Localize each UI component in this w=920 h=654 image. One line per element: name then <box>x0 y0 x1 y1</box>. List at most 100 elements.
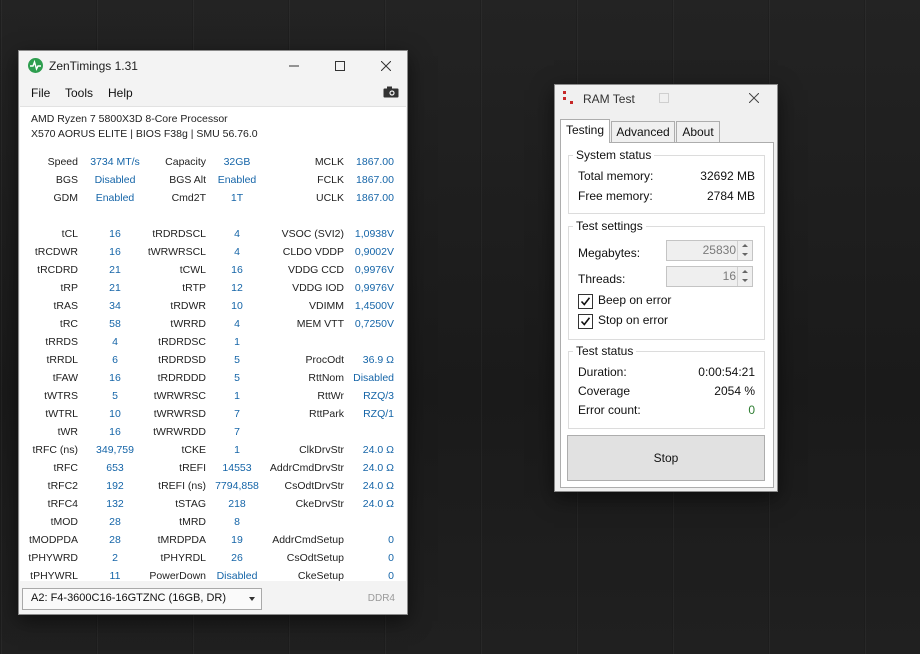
threads-stepper[interactable]: 16 <box>666 266 753 287</box>
close-button[interactable] <box>363 51 409 81</box>
arrow-down-icon[interactable] <box>742 279 748 282</box>
megabytes-stepper[interactable]: 25830 <box>666 240 753 261</box>
beep-on-error-label[interactable]: Beep on error <box>598 293 671 307</box>
minimize-icon <box>289 65 299 67</box>
timing-label: Capacity <box>165 156 206 168</box>
timing-label: CkeDrvStr <box>295 498 344 510</box>
tab-testing[interactable]: Testing <box>560 119 610 143</box>
timing-value: 4 <box>234 246 240 258</box>
duration-label: Duration: <box>578 365 627 379</box>
timing-value: 0 <box>388 534 394 546</box>
timing-value: 1T <box>230 192 244 204</box>
timing-label: tPHYRDL <box>160 552 206 564</box>
timing-label: tWRWRSCL <box>147 246 206 258</box>
timing-value: 58 <box>109 318 121 330</box>
timing-value: 16 <box>109 426 121 438</box>
timing-label: tMRDPDA <box>157 534 206 546</box>
dimm-select-value: A2: F4-3600C16-16GTZNC (16GB, DR) <box>31 592 227 604</box>
timing-label: tWR <box>57 426 78 438</box>
timing-label: tFAW <box>52 372 78 384</box>
maximize-icon <box>335 61 345 71</box>
menu-file[interactable]: File <box>31 86 50 100</box>
timing-label: tRDRDSD <box>158 354 206 366</box>
timing-label: BGS Alt <box>169 174 206 186</box>
timing-label: RttWr <box>317 390 344 402</box>
timing-label: BGS <box>55 174 78 186</box>
timing-value: 21 <box>109 282 121 294</box>
maximize-disabled-icon <box>659 93 669 103</box>
timing-value: 28 <box>109 516 121 528</box>
free-memory-value: 2784 MB <box>706 189 755 203</box>
timing-value: 2 <box>112 552 118 564</box>
screenshot-camera-icon[interactable] <box>383 86 399 98</box>
timing-label: ProcOdt <box>305 354 344 366</box>
menu-bar: File Tools Help <box>19 83 407 103</box>
timing-value: 0,9002V <box>354 246 394 258</box>
timing-value: 19 <box>231 534 243 546</box>
test-status-group: Test status Duration: 0:00:54:21 Coverag… <box>568 344 765 429</box>
stop-button[interactable]: Stop <box>567 435 765 481</box>
timing-value: 1 <box>234 444 240 456</box>
timing-label: tWRWRDD <box>153 426 206 438</box>
timing-value: 14553 <box>222 462 252 474</box>
window-title: RAM Test <box>583 92 635 106</box>
timing-label: tRRDL <box>46 354 78 366</box>
timing-value: 36.9 Ω <box>362 354 394 366</box>
beep-on-error-checkbox[interactable] <box>578 294 593 309</box>
menu-tools[interactable]: Tools <box>65 86 93 100</box>
free-memory-label: Free memory: <box>578 189 653 203</box>
timing-value: 10 <box>231 300 243 312</box>
timing-value: 4 <box>234 318 240 330</box>
board-info: X570 AORUS ELITE | BIOS F38g | SMU 56.76… <box>31 128 258 140</box>
total-memory-value: 32692 MB <box>700 169 755 183</box>
ramtest-window: RAM Test Testing Advanced About System s… <box>554 84 778 492</box>
timing-value: Disabled <box>94 174 136 186</box>
stop-on-error-label[interactable]: Stop on error <box>598 313 668 327</box>
timing-label: GDM <box>53 192 79 204</box>
timing-label: AddrCmdSetup <box>272 534 344 546</box>
timing-value: 5 <box>234 354 240 366</box>
tab-about[interactable]: About <box>676 121 720 142</box>
dimm-select[interactable]: A2: F4-3600C16-16GTZNC (16GB, DR) <box>22 588 262 610</box>
stepper-buttons[interactable] <box>737 267 752 286</box>
timing-label: tRDRDSCL <box>152 228 206 240</box>
timing-label: tRAS <box>53 300 78 312</box>
timing-value: RZQ/3 <box>363 390 394 402</box>
arrow-down-icon[interactable] <box>742 253 748 256</box>
timing-label: tRFC2 <box>47 480 78 492</box>
timing-value: Enabled <box>95 192 135 204</box>
stop-on-error-checkbox[interactable] <box>578 314 593 329</box>
timing-label: tRFC4 <box>47 498 78 510</box>
timing-label: tCL <box>61 228 78 240</box>
timing-value: 1867.00 <box>356 156 394 168</box>
timing-label: tWTRS <box>44 390 78 402</box>
tab-advanced[interactable]: Advanced <box>611 121 675 142</box>
timing-value: 34 <box>109 300 121 312</box>
close-icon <box>381 61 391 71</box>
timing-label: UCLK <box>315 192 344 204</box>
timing-value: 1,4500V <box>354 300 394 312</box>
group-title: System status <box>573 148 655 162</box>
minimize-button[interactable] <box>271 51 317 81</box>
stepper-buttons[interactable] <box>737 241 752 260</box>
maximize-button[interactable] <box>317 51 363 81</box>
timing-label: tWRRD <box>170 318 206 330</box>
timing-label: tRDRDDD <box>157 372 206 384</box>
coverage-value: 2054 % <box>714 384 755 398</box>
timing-value: 6 <box>112 354 118 366</box>
close-button[interactable] <box>731 85 777 111</box>
timing-label: VDDG CCD <box>287 264 344 276</box>
timing-value: 4 <box>234 228 240 240</box>
timing-value: 32GB <box>223 156 251 168</box>
zentimings-title-bar[interactable]: ZenTimings 1.31 <box>19 51 407 81</box>
timing-value: 5 <box>112 390 118 402</box>
arrow-up-icon[interactable] <box>742 270 748 273</box>
timing-label: Speed <box>47 156 78 168</box>
checkmark-icon <box>580 317 591 326</box>
minimize-button <box>641 85 687 111</box>
menu-help[interactable]: Help <box>108 86 133 100</box>
timing-value: 653 <box>106 462 124 474</box>
error-count-label: Error count: <box>578 403 641 417</box>
arrow-up-icon[interactable] <box>742 244 748 247</box>
timing-label: FCLK <box>317 174 344 186</box>
